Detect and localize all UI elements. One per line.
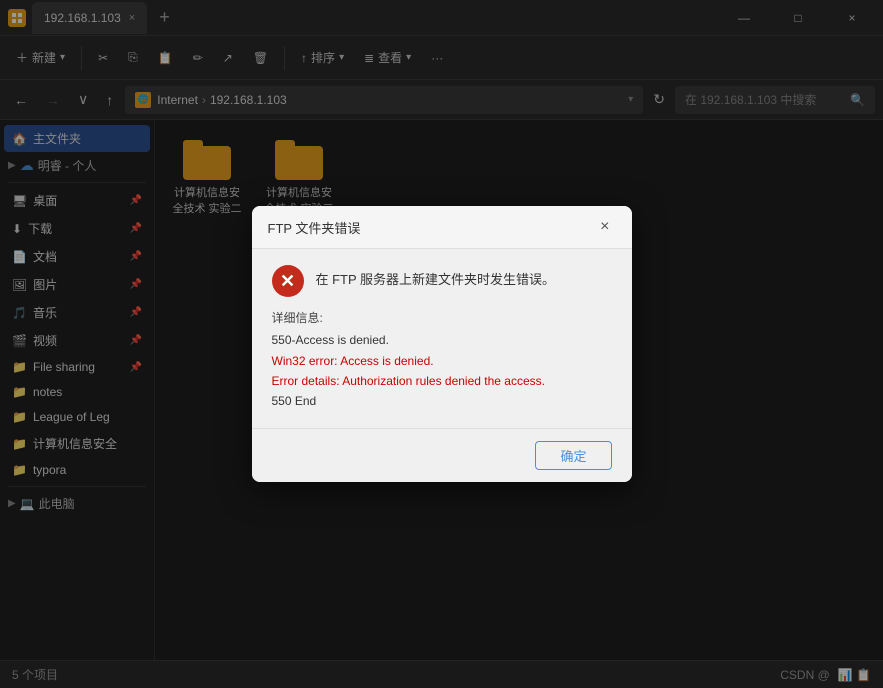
detail-line2: Win32 error: Access is denied. <box>272 351 612 371</box>
dialog-detail-text: 550-Access is denied. Win32 error: Acces… <box>272 330 612 412</box>
dialog-body: ✕ 在 FTP 服务器上新建文件夹时发生错误。 详细信息: 550-Access… <box>252 249 632 428</box>
dialog-close-button[interactable]: × <box>594 216 615 238</box>
detail-line1: 550-Access is denied. <box>272 330 612 350</box>
ftp-error-dialog: FTP 文件夹错误 × ✕ 在 FTP 服务器上新建文件夹时发生错误。 详细信息… <box>252 206 632 482</box>
dialog-main-text: 在 FTP 服务器上新建文件夹时发生错误。 <box>316 265 556 288</box>
dialog-title-bar: FTP 文件夹错误 × <box>252 206 632 249</box>
detail-line4: 550 End <box>272 391 612 411</box>
modal-overlay: FTP 文件夹错误 × ✕ 在 FTP 服务器上新建文件夹时发生错误。 详细信息… <box>0 0 883 688</box>
dialog-header-row: ✕ 在 FTP 服务器上新建文件夹时发生错误。 <box>272 265 612 297</box>
detail-line3: Error details: Authorization rules denie… <box>272 371 612 391</box>
ok-button[interactable]: 确定 <box>535 441 611 470</box>
error-icon: ✕ <box>272 265 304 297</box>
dialog-title: FTP 文件夹错误 <box>268 218 361 237</box>
dialog-detail-label: 详细信息: <box>272 309 612 326</box>
dialog-footer: 确定 <box>252 428 632 482</box>
